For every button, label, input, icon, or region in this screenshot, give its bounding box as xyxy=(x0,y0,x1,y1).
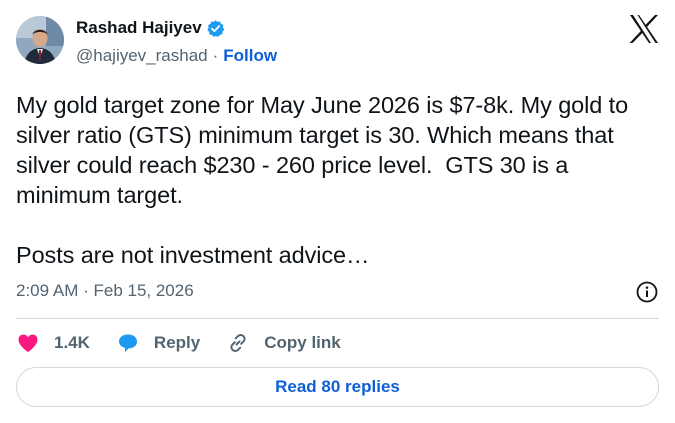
copy-link-label: Copy link xyxy=(264,333,341,352)
read-replies-button[interactable]: Read 80 replies xyxy=(16,367,659,407)
timestamp[interactable]: 2:09 AM · Feb 15, 2026 xyxy=(16,281,194,301)
author-handle-row: @hajiyev_rashad · Follow xyxy=(76,46,277,66)
follow-button[interactable]: Follow xyxy=(223,46,277,66)
tweet-card: Rashad Hajiyev @hajiyev_rashad · Follow … xyxy=(0,0,675,423)
copy-link-button[interactable]: Copy link xyxy=(226,331,341,355)
heart-icon xyxy=(18,334,38,352)
avatar[interactable] xyxy=(16,16,64,64)
like-count: 1.4K xyxy=(54,333,90,352)
author-handle[interactable]: @hajiyev_rashad xyxy=(76,46,208,66)
tweet-text: My gold target zone for May June 2026 is… xyxy=(16,92,629,268)
reply-button[interactable]: Reply xyxy=(116,331,200,355)
info-icon[interactable] xyxy=(635,280,659,304)
like-button[interactable]: 1.4K xyxy=(16,331,90,355)
action-bar: 1.4K Reply Copy link xyxy=(16,330,367,356)
author-name[interactable]: Rashad Hajiyev xyxy=(76,18,202,38)
separator-dot: · xyxy=(212,46,219,65)
reply-bubble-icon xyxy=(118,334,137,352)
author-name-row: Rashad Hajiyev xyxy=(76,17,225,39)
link-icon xyxy=(230,333,246,353)
divider xyxy=(16,318,659,319)
timestamp-text: 2:09 AM · Feb 15, 2026 xyxy=(16,281,194,300)
x-logo-icon[interactable] xyxy=(628,14,660,44)
reply-label: Reply xyxy=(153,333,201,352)
verified-badge-icon xyxy=(206,19,225,38)
read-replies-label: Read 80 replies xyxy=(275,377,400,396)
